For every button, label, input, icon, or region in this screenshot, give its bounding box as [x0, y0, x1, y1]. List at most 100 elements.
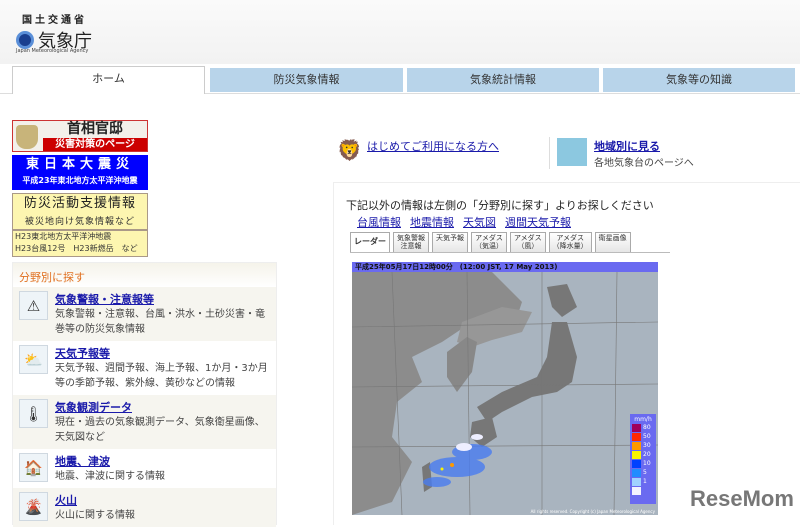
legend-label: 20 — [643, 451, 651, 458]
legend-swatch — [632, 442, 641, 450]
banner-sub: 災害対策のページ — [43, 138, 147, 151]
regional-link[interactable]: 地域別に見る各地気象台のページへ — [557, 138, 694, 169]
h23-banner[interactable]: H23東北地方太平洋沖地震H23台風12号 H23新燃岳 など — [12, 230, 148, 257]
legend-label: 30 — [643, 442, 651, 449]
kiri-crest-icon — [16, 125, 38, 149]
legend-label: 1 — [643, 478, 647, 485]
earthquake-icon: 🏠 — [19, 453, 48, 482]
category-desc: 天気予報、週間予報、海上予報、1か月・3か月等の季節予報、紫外線、黄砂などの情報 — [55, 361, 272, 391]
legend-item: 5 — [632, 468, 654, 477]
divider — [549, 137, 550, 169]
category-item: 🌡 気象観測データ現在・過去の気象観測データ、気象衛星画像、天気図など — [13, 395, 276, 449]
map-tab[interactable]: アメダス（降水量） — [549, 232, 592, 252]
legend-label: 50 — [643, 433, 651, 440]
legend-swatch — [632, 433, 641, 441]
map-tab-label: （降水量） — [553, 242, 588, 250]
category-item: ⚠ 気象警報・注意報等気象警報・注意報、台風・洪水・土砂災害・竜巻等の防災気象情報 — [13, 287, 276, 341]
legend-swatch — [632, 478, 641, 486]
kantei-banner[interactable]: 首相官邸災害対策のページ — [12, 120, 148, 152]
support-banner[interactable]: 防災活動支援情報被災地向け気象情報など — [12, 193, 148, 230]
map-tab-label: アメダス — [514, 234, 542, 242]
map-tab[interactable]: アメダス（風） — [510, 232, 546, 252]
category-desc: 地震、津波に関する情報 — [55, 469, 165, 484]
banner-line: H23東北地方太平洋沖地震 — [15, 231, 147, 243]
thermometer-icon: 🌡 — [19, 399, 48, 428]
banner-sub: 被災地向け気象情報など — [13, 214, 147, 227]
regional-link-text[interactable]: 地域別に見る — [594, 140, 660, 153]
tab-home[interactable]: ホーム — [12, 66, 205, 94]
category-panel: 分野別に探す ⚠ 気象警報・注意報等気象警報・注意報、台風・洪水・土砂災害・竜巻等… — [12, 262, 277, 525]
map-timestamp: 平成25年05月17日12時00分 (12:00 JST, 17 May 201… — [352, 262, 658, 272]
typhoon-link[interactable]: 台風情報 — [357, 214, 401, 230]
category-link[interactable]: 気象警報・注意報等 — [55, 291, 272, 307]
map-tab-label: （気温） — [475, 242, 503, 250]
first-time-link-text[interactable]: はじめてご利用になる方へ — [367, 138, 499, 168]
warning-icon: ⚠ — [19, 291, 48, 320]
map-tab[interactable]: アメダス（気温） — [471, 232, 507, 252]
category-item: ⛅天気予報等天気予報、週間予報、海上予報、1か月・3か月等の季節予報、紫外線、黄… — [13, 341, 276, 395]
legend-label: 80 — [643, 424, 651, 431]
banner-title: 東日本大震災 — [12, 155, 148, 175]
category-desc: 火山に関する情報 — [55, 508, 135, 523]
legend-label: 5 — [643, 469, 647, 476]
legend-unit: mm/h — [632, 416, 654, 423]
map-tab[interactable]: レーダー — [350, 232, 390, 252]
map-tab[interactable]: 衛星画像 — [595, 232, 631, 252]
map-tab[interactable]: 気象警報注意報 — [393, 232, 429, 252]
map-copyright: All rights reserved. Copyright (c) Japan… — [531, 509, 655, 514]
east-japan-banner[interactable]: 東日本大震災平成23年東北地方太平洋沖地震 — [12, 155, 148, 190]
legend-item — [632, 486, 654, 495]
category-item: 🏠 地震、津波地震、津波に関する情報 — [13, 449, 276, 488]
map-tab-label: 気象警報 — [397, 234, 425, 242]
map-tab-label: アメダス — [553, 234, 588, 242]
category-link[interactable]: 天気予報等 — [55, 345, 272, 361]
tab-knowledge[interactable]: 気象等の知識 — [603, 68, 795, 92]
map-tab-label: （風） — [514, 242, 542, 250]
radar-map[interactable]: 平成25年05月17日12時00分 (12:00 JST, 17 May 201… — [352, 262, 658, 515]
category-link[interactable]: 火山 — [55, 492, 135, 508]
map-tab-label: 注意報 — [397, 242, 425, 250]
tab-disaster-info[interactable]: 防災気象情報 — [210, 68, 403, 92]
legend-swatch — [632, 451, 641, 459]
mascot-icon: 🦁 — [337, 138, 361, 168]
agency-name-en: Japan Meteorological Agency — [16, 48, 88, 54]
legend-item: 10 — [632, 459, 654, 468]
header: 国土交通省 気象庁 Japan Meteorological Agency — [0, 0, 800, 64]
rain-legend: mm/h80 50 30 20 10 5 1 — [630, 414, 656, 504]
map-tab-label: アメダス — [475, 234, 503, 242]
legend-item: 80 — [632, 423, 654, 432]
earthquake-link[interactable]: 地震情報 — [410, 214, 454, 230]
tab-statistics[interactable]: 気象統計情報 — [407, 68, 599, 92]
category-desc: 気象警報・注意報、台風・洪水・土砂災害・竜巻等の防災気象情報 — [55, 307, 272, 337]
weekly-forecast-link[interactable]: 週間天気予報 — [505, 214, 571, 230]
category-link[interactable]: 地震、津波 — [55, 453, 165, 469]
map-tab-label: 天気予報 — [436, 234, 464, 242]
legend-swatch — [632, 460, 641, 468]
banner-title: 防災活動支援情報 — [13, 194, 147, 214]
legend-item: 50 — [632, 432, 654, 441]
legend-swatch — [632, 424, 641, 432]
volcano-icon: 🌋 — [19, 492, 48, 521]
banner-line: H23台風12号 H23新燃岳 など — [15, 243, 147, 255]
map-tab-label: 衛星画像 — [599, 234, 627, 242]
banner-title: 首相官邸 — [43, 121, 147, 138]
info-message: 下記以外の情報は左側の「分野別に探す」よりお探しください — [346, 197, 654, 213]
category-desc: 現在・過去の気象観測データ、気象衛星画像、天気図など — [55, 415, 272, 445]
map-tab-label: レーダー — [354, 234, 386, 250]
category-heading: 分野別に探す — [13, 263, 276, 287]
quick-links: 台風情報 地震情報 天気図 週間天気予報 — [357, 214, 571, 230]
jma-logo-icon — [16, 31, 34, 49]
banner-sub: 平成23年東北地方太平洋沖地震 — [12, 175, 148, 186]
category-item: 🌋 火山火山に関する情報 — [13, 488, 276, 527]
radar-map-image — [352, 262, 658, 515]
weather-chart-link[interactable]: 天気図 — [463, 214, 496, 230]
legend-item: 30 — [632, 441, 654, 450]
category-link[interactable]: 気象観測データ — [55, 399, 272, 415]
japan-map-icon — [557, 138, 587, 166]
first-time-link[interactable]: 🦁はじめてご利用になる方へ — [337, 138, 499, 168]
resemom-watermark: ReseMom — [690, 486, 794, 512]
legend-label: 10 — [643, 460, 651, 467]
main-nav: ホーム 防災気象情報 気象統計情報 気象等の知識 — [0, 64, 800, 94]
map-tabs: レーダー気象警報注意報天気予報アメダス（気温）アメダス（風）アメダス（降水量）衛… — [350, 232, 670, 253]
map-tab[interactable]: 天気予報 — [432, 232, 468, 252]
